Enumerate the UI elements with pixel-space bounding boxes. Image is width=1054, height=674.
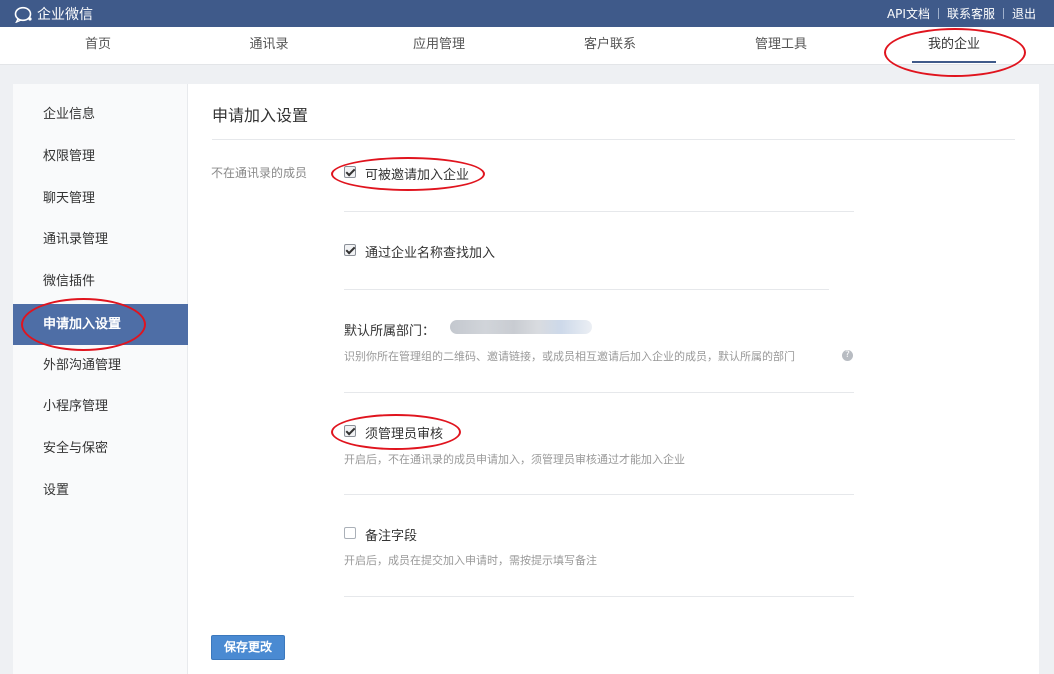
option-divider	[344, 494, 854, 495]
nav-contacts[interactable]: 通讯录	[229, 27, 309, 65]
nav-my-enterprise-label: 我的企业	[927, 37, 980, 52]
nav-my-enterprise[interactable]: 我的企业	[912, 27, 996, 65]
admin-review-description: 开启后，不在通讯录的成员申请加入，须管理员审核通过才能加入企业	[344, 453, 685, 466]
contact-support-link[interactable]: 联系客服	[947, 5, 995, 22]
members-not-in-contacts-label: 不在通讯录的成员	[211, 166, 308, 180]
api-docs-link[interactable]: API文档	[887, 5, 930, 22]
sidebar-item-external-communication[interactable]: 外部沟通管理	[13, 345, 188, 386]
sidebar-item-chat-management[interactable]: 聊天管理	[13, 178, 188, 219]
save-changes-button[interactable]: 保存更改	[211, 635, 285, 660]
brand-name: 企业微信	[37, 7, 93, 23]
remark-field-checkbox[interactable]	[344, 527, 356, 539]
main-nav: 首页 通讯录 应用管理 客户联系 管理工具 我的企业	[0, 27, 1054, 65]
top-bar: 企业微信 API文档 联系客服 退出	[0, 0, 1054, 27]
nav-customer-contact[interactable]: 客户联系	[570, 27, 650, 65]
default-department-description: 识别你所在管理组的二维码、邀请链接，或成员相互邀请后加入企业的成员，默认所属的部…	[344, 350, 795, 363]
help-icon[interactable]: ?	[842, 350, 853, 361]
invite-join-label[interactable]: 可被邀请加入企业	[365, 164, 469, 183]
sidebar-item-join-settings[interactable]: 申请加入设置	[13, 304, 188, 345]
main-panel: 申请加入设置 不在通讯录的成员 可被邀请加入企业 通过企业名称查找加入 默认所属…	[188, 84, 1039, 674]
default-department-label: 默认所属部门：	[344, 324, 436, 339]
default-department-value-redacted[interactable]	[450, 320, 592, 334]
option-divider	[344, 289, 829, 290]
nav-app-management[interactable]: 应用管理	[399, 27, 479, 65]
nav-admin-tools[interactable]: 管理工具	[741, 27, 821, 65]
nav-active-underline	[912, 61, 996, 63]
admin-review-checkbox[interactable]	[344, 425, 356, 437]
remark-field-description: 开启后，成员在提交加入申请时，需按提示填写备注	[344, 554, 597, 567]
option-divider	[344, 392, 854, 393]
sidebar-item-security[interactable]: 安全与保密	[13, 428, 188, 469]
wecom-logo-icon	[14, 6, 32, 23]
invite-join-checkbox[interactable]	[344, 166, 356, 178]
remark-field-label[interactable]: 备注字段	[365, 525, 417, 544]
logout-link[interactable]: 退出	[1012, 5, 1036, 22]
sidebar-item-mini-program[interactable]: 小程序管理	[13, 386, 188, 427]
search-by-name-checkbox[interactable]	[344, 244, 356, 256]
sidebar-item-contacts-management[interactable]: 通讯录管理	[13, 219, 188, 260]
top-link-divider	[1002, 8, 1004, 19]
sidebar-item-wechat-plugin[interactable]: 微信插件	[13, 261, 188, 302]
sidebar: 企业信息 权限管理 聊天管理 通讯录管理 微信插件 申请加入设置 外部沟通管理 …	[13, 84, 188, 674]
admin-review-label[interactable]: 须管理员审核	[365, 423, 443, 442]
top-links: API文档 联系客服 退出	[887, 5, 1036, 22]
sidebar-item-settings[interactable]: 设置	[13, 470, 188, 511]
brand-logo[interactable]: 企业微信	[14, 4, 93, 24]
option-divider	[344, 211, 854, 212]
sidebar-item-permissions[interactable]: 权限管理	[13, 136, 188, 177]
title-divider	[212, 139, 1015, 140]
page-title: 申请加入设置	[212, 106, 309, 125]
sidebar-item-enterprise-info[interactable]: 企业信息	[13, 94, 188, 135]
nav-home[interactable]: 首页	[58, 27, 138, 65]
option-divider	[344, 596, 854, 597]
search-by-name-label[interactable]: 通过企业名称查找加入	[365, 242, 495, 261]
top-link-divider	[937, 8, 939, 19]
